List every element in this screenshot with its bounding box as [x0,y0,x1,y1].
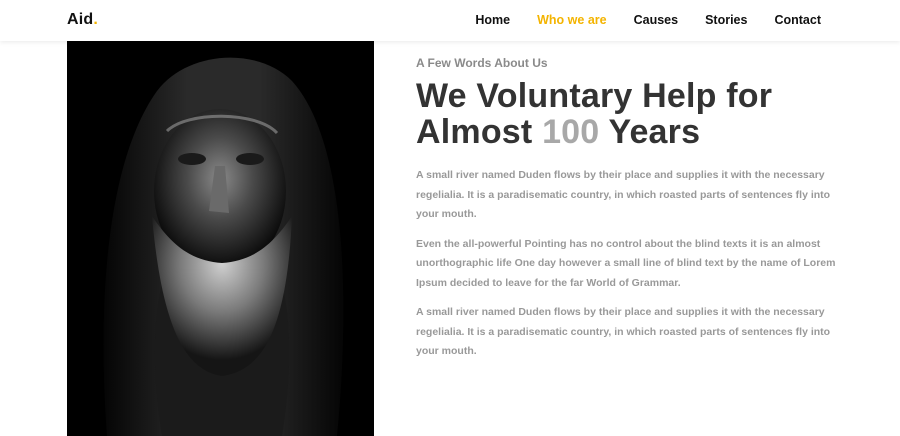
main-nav: Home Who we are Causes Stories Contact [475,13,821,27]
paragraph-1: A small river named Duden flows by their… [416,169,831,220]
heading-line-2-post: Years [599,113,701,151]
nav-item-home[interactable]: Home [475,13,510,27]
heading-line-1: We Voluntary Help for [416,77,773,115]
brand-dot: . [93,11,99,28]
brand-logo[interactable]: Aid. [67,11,98,29]
about-section: A Few Words About Us We Voluntary Help f… [416,56,846,362]
nav-item-stories[interactable]: Stories [705,13,747,27]
heading-line-2-pre: Almost [416,113,543,151]
about-photo [67,41,374,436]
portrait-image [67,41,374,436]
navbar: Aid. Home Who we are Causes Stories Cont… [0,0,900,41]
nav-item-causes[interactable]: Causes [634,13,678,27]
brand-name: Aid [67,11,94,28]
nav-item-who-we-are[interactable]: Who we are [537,13,606,27]
heading-number: 100 [542,113,600,151]
nav-item-contact[interactable]: Contact [774,13,821,27]
section-heading: We Voluntary Help for Almost 100 Years [416,78,846,150]
section-eyebrow: A Few Words About Us [416,56,548,70]
paragraph-3: A small river named Duden flows by their… [416,306,831,357]
paragraph-2: Even the all-powerful Pointing has no co… [416,237,836,289]
